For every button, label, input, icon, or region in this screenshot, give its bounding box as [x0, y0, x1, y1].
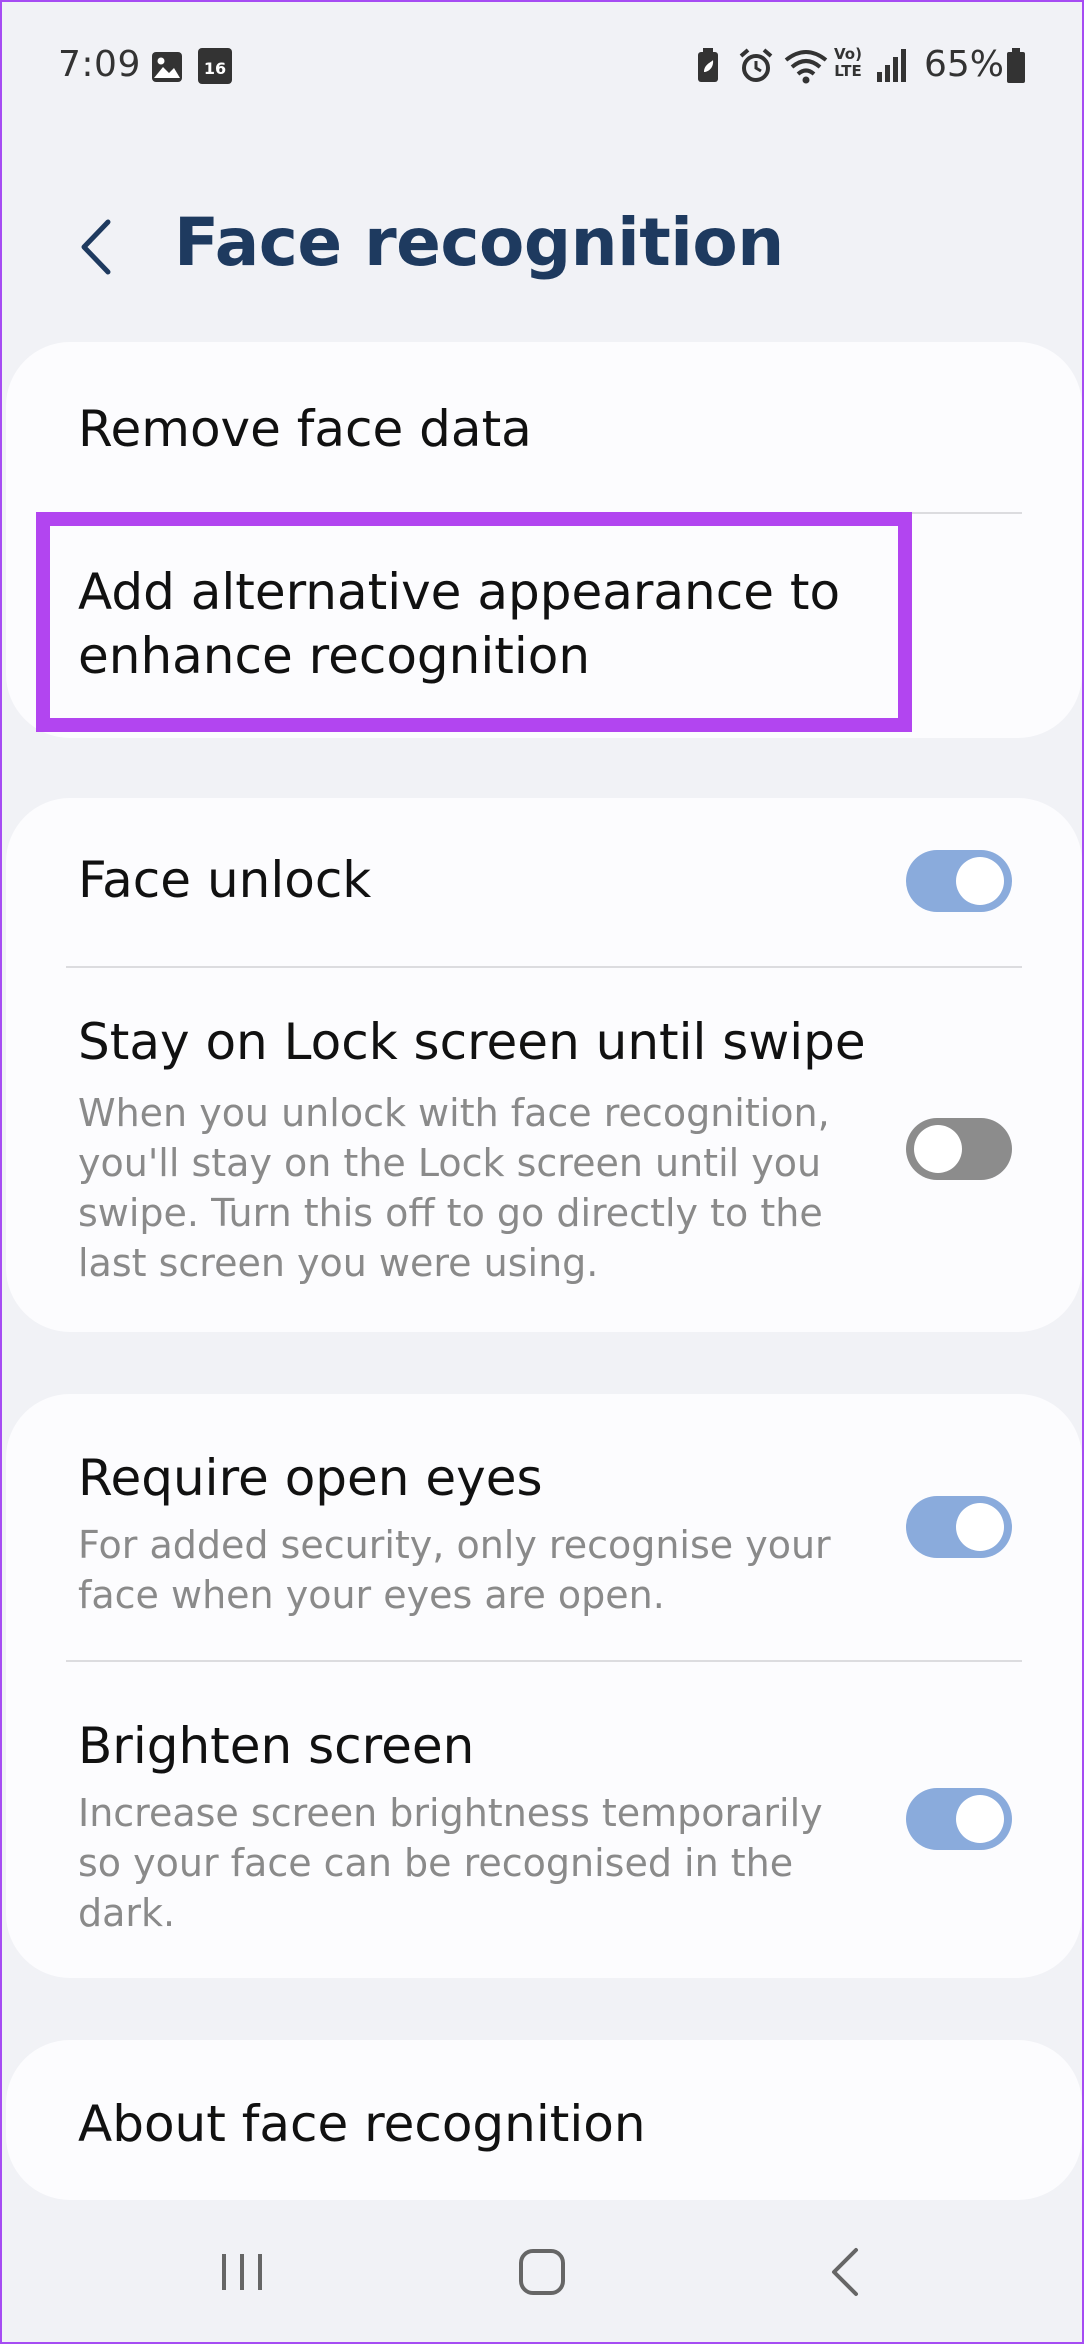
recent-apps-icon [222, 2254, 262, 2290]
home-button[interactable] [502, 2232, 582, 2312]
face-unlock-item[interactable]: Face unlock [6, 798, 1082, 966]
face-unlock-toggle[interactable] [906, 850, 1012, 912]
brighten-screen-item[interactable]: Brighten screen Increase screen brightne… [6, 1662, 1082, 1978]
stay-on-lock-screen-item[interactable]: Stay on Lock screen until swipe When you… [6, 968, 1082, 1332]
navigation-bar [2, 2212, 1082, 2344]
highlight-box [36, 512, 912, 732]
header: Face recognition [2, 182, 1082, 312]
nav-back-icon [832, 2248, 858, 2296]
stay-on-lock-screen-desc-line2: you'll stay on the Lock screen until you [78, 1141, 822, 1185]
require-open-eyes-desc-line2: face when your eyes are open. [78, 1573, 665, 1617]
brighten-screen-desc-line2: so your face can be recognised in the [78, 1841, 794, 1885]
stay-on-lock-screen-desc-line4: last screen you were using. [78, 1241, 599, 1285]
about-card: About face recognition [6, 2040, 1082, 2200]
stay-on-lock-screen-desc-line3: swipe. Turn this off to go directly to t… [78, 1191, 823, 1235]
face-unlock-card: Face unlock Stay on Lock screen until sw… [6, 798, 1082, 1332]
battery-percent: 65% [923, 44, 1004, 85]
remove-face-data-label: Remove face data [78, 400, 532, 458]
about-face-recognition-label: About face recognition [78, 2095, 646, 2153]
calendar-icon: 16 [198, 48, 232, 84]
calendar-day: 16 [203, 59, 227, 78]
require-open-eyes-toggle[interactable] [906, 1496, 1012, 1558]
require-open-eyes-item[interactable]: Require open eyes For added security, on… [6, 1394, 1082, 1662]
require-open-eyes-desc-line1: For added security, only recognise your [78, 1523, 831, 1567]
brighten-screen-toggle[interactable] [906, 1788, 1012, 1850]
security-options-card: Require open eyes For added security, on… [6, 1394, 1082, 1978]
about-face-recognition-item[interactable]: About face recognition [6, 2040, 1082, 2200]
battery-icon [1007, 48, 1025, 83]
stay-on-lock-screen-desc-line1: When you unlock with face recognition, [78, 1091, 830, 1135]
require-open-eyes-label: Require open eyes [78, 1449, 543, 1507]
toggle-knob [956, 1503, 1004, 1551]
nav-back-button[interactable] [806, 2232, 886, 2312]
battery-saver-icon [698, 48, 718, 82]
volte-icon: Vo) LTE [834, 45, 862, 80]
alarm-icon [739, 48, 773, 82]
recent-apps-button[interactable] [202, 2232, 282, 2312]
brighten-screen-desc-line3: dark. [78, 1891, 176, 1935]
toggle-knob [914, 1125, 962, 1173]
stay-on-lock-screen-label: Stay on Lock screen until swipe [78, 1013, 866, 1071]
signal-icon [877, 49, 906, 82]
screen: 7:09 16 Vo) LTE 65% Face recognition Rem… [0, 0, 1084, 2344]
gallery-icon [152, 52, 182, 82]
status-time: 7:09 [58, 44, 141, 85]
back-arrow-icon [81, 219, 111, 275]
toggle-knob [956, 1795, 1004, 1843]
brighten-screen-label: Brighten screen [78, 1717, 475, 1775]
status-bar: 7:09 16 Vo) LTE 65% [2, 2, 1082, 132]
brighten-screen-desc-line1: Increase screen brightness temporarily [78, 1791, 823, 1835]
home-icon [519, 2249, 565, 2295]
toggle-knob [956, 857, 1004, 905]
page-title: Face recognition [174, 204, 784, 281]
remove-face-data-item[interactable]: Remove face data [6, 342, 1082, 512]
stay-on-lock-screen-toggle[interactable] [906, 1118, 1012, 1180]
face-unlock-label: Face unlock [78, 851, 372, 909]
wifi-icon [784, 50, 828, 84]
back-button[interactable] [68, 212, 128, 282]
